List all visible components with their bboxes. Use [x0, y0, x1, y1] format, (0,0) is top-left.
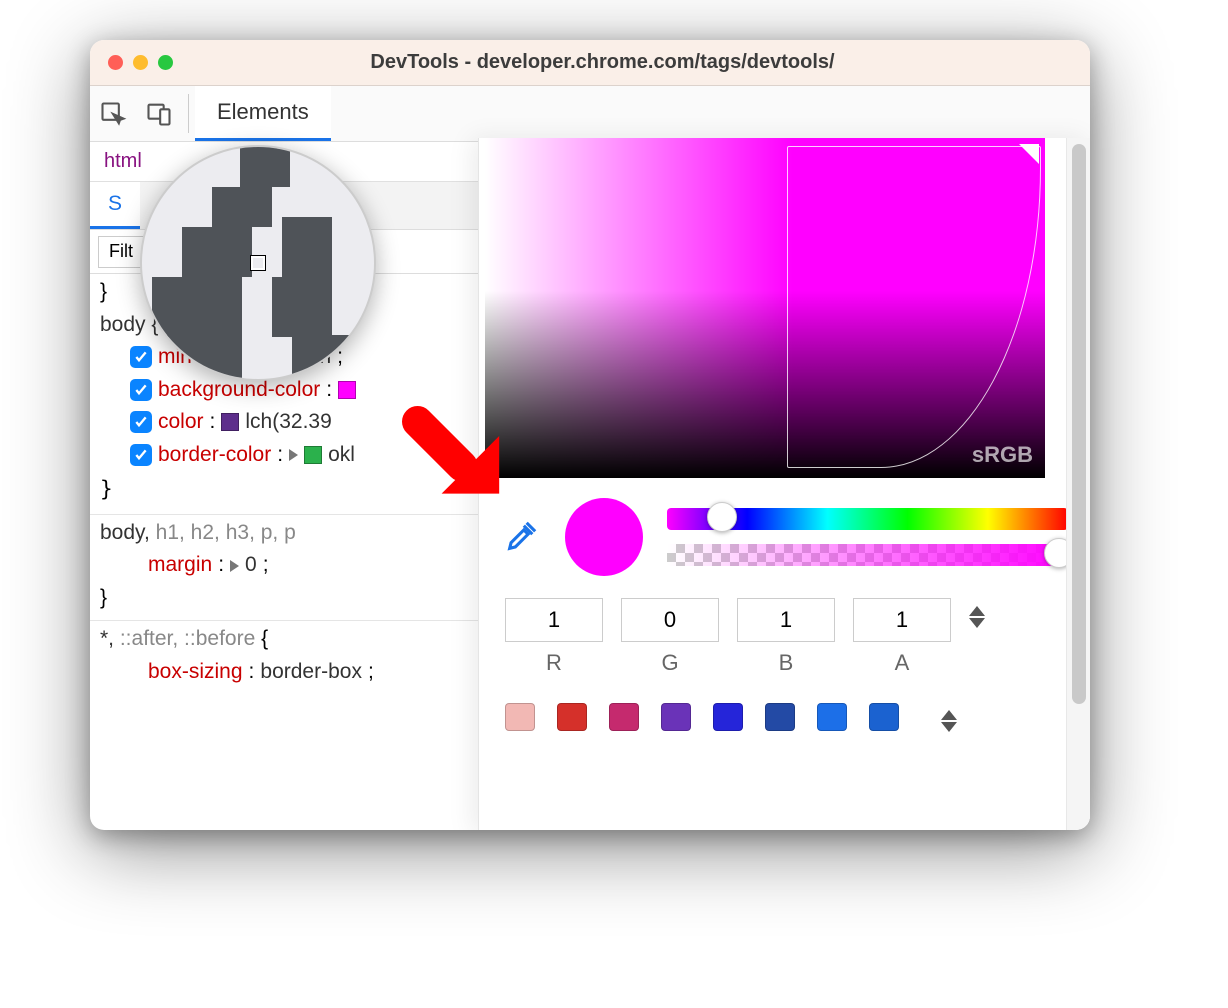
property-value[interactable]: okl	[328, 439, 355, 472]
declaration-checkbox[interactable]	[130, 379, 152, 401]
hue-slider[interactable]	[667, 508, 1068, 530]
property-value[interactable]: 0	[245, 549, 257, 582]
gamut-label: sRGB	[972, 442, 1033, 468]
rgba-inputs: R G B A	[479, 582, 1090, 676]
hue-slider-knob[interactable]	[707, 502, 737, 532]
palette-swatch[interactable]	[869, 703, 899, 731]
tab-styles[interactable]: S	[90, 182, 140, 229]
r-input[interactable]	[505, 598, 603, 642]
r-label: R	[505, 650, 603, 676]
palette-swatch[interactable]	[661, 703, 691, 731]
selector[interactable]: body,	[100, 521, 156, 544]
declaration-checkbox[interactable]	[130, 444, 152, 466]
maximize-window-button[interactable]	[158, 55, 173, 70]
expand-icon[interactable]	[289, 449, 298, 461]
gamut-corner-icon[interactable]	[1019, 144, 1039, 164]
breadcrumb-html[interactable]: html	[104, 150, 142, 173]
eyedropper-loupe	[140, 145, 376, 381]
close-brace: }	[100, 280, 107, 303]
property-value[interactable]: lch(32.39	[245, 406, 331, 439]
a-input[interactable]	[853, 598, 951, 642]
format-stepper[interactable]	[969, 606, 993, 628]
expand-icon[interactable]	[230, 560, 239, 572]
color-picker-popover: sRGB R	[478, 138, 1090, 830]
property-name[interactable]: margin	[148, 549, 212, 582]
inspect-element-button[interactable]	[90, 86, 136, 141]
color-spectrum[interactable]: sRGB	[485, 138, 1045, 478]
g-input[interactable]	[621, 598, 719, 642]
window-controls	[108, 55, 173, 70]
palette-stepper[interactable]	[941, 710, 965, 732]
property-name[interactable]: border-color	[158, 439, 271, 472]
devtools-toolbar: Elements	[90, 86, 1090, 142]
chevron-down-icon[interactable]	[941, 722, 957, 732]
a-label: A	[853, 650, 951, 676]
palette-swatch[interactable]	[765, 703, 795, 731]
minimize-window-button[interactable]	[133, 55, 148, 70]
device-toggle-button[interactable]	[136, 86, 182, 141]
window-title: DevTools - developer.chrome.com/tags/dev…	[183, 51, 1072, 74]
declaration-checkbox[interactable]	[130, 411, 152, 433]
g-label: G	[621, 650, 719, 676]
close-window-button[interactable]	[108, 55, 123, 70]
scrollbar-thumb[interactable]	[1072, 144, 1086, 704]
color-palette	[479, 676, 1090, 732]
tab-elements[interactable]: Elements	[195, 86, 331, 141]
window-titlebar: DevTools - developer.chrome.com/tags/dev…	[90, 40, 1090, 86]
color-swatch-icon[interactable]	[338, 381, 356, 399]
loupe-aim-icon	[251, 256, 265, 270]
b-label: B	[737, 650, 835, 676]
property-name[interactable]: box-sizing	[148, 656, 243, 689]
palette-swatch[interactable]	[505, 703, 535, 731]
scrollbar[interactable]	[1066, 138, 1090, 830]
palette-swatch[interactable]	[713, 703, 743, 731]
property-name[interactable]: color	[158, 406, 204, 439]
chevron-up-icon[interactable]	[969, 606, 985, 616]
palette-swatch[interactable]	[609, 703, 639, 731]
color-swatch-icon[interactable]	[221, 413, 239, 431]
divider	[188, 94, 189, 133]
alpha-slider[interactable]	[667, 544, 1068, 566]
palette-swatch[interactable]	[817, 703, 847, 731]
eyedropper-button[interactable]	[501, 517, 541, 557]
property-value[interactable]: border-box	[260, 656, 362, 689]
color-swatch-icon[interactable]	[304, 446, 322, 464]
palette-swatch[interactable]	[557, 703, 587, 731]
current-color-preview	[565, 498, 643, 576]
b-input[interactable]	[737, 598, 835, 642]
chevron-up-icon[interactable]	[941, 710, 957, 720]
chevron-down-icon[interactable]	[969, 618, 985, 628]
